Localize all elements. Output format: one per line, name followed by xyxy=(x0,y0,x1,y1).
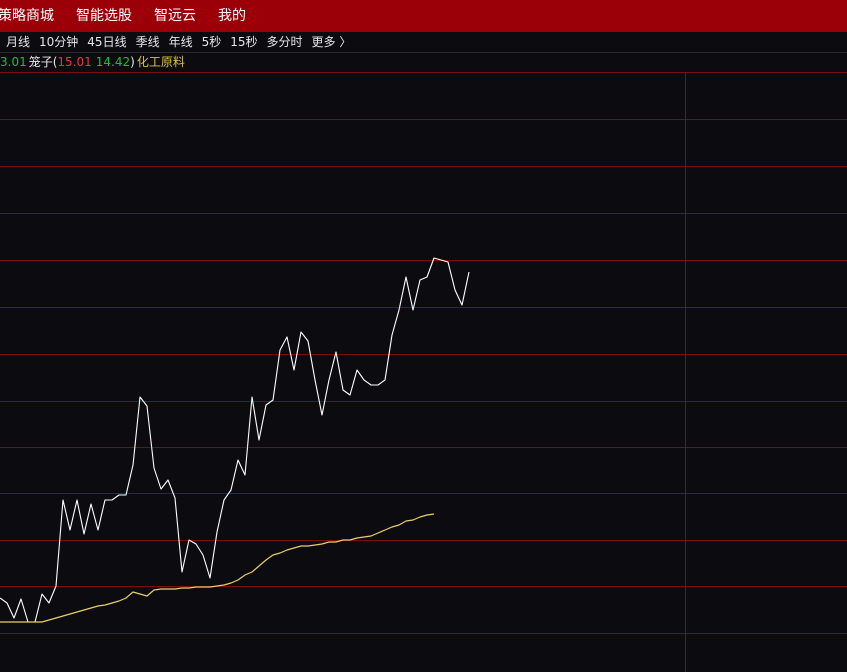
tab-more[interactable]: 更多 〉 xyxy=(312,32,352,52)
tab-more-label: 更多 xyxy=(311,35,336,49)
tab-5sec[interactable]: 5秒 xyxy=(202,32,222,52)
tab-multi-timeshare[interactable]: 多分时 xyxy=(267,32,303,52)
tab-monthly[interactable]: 月线 xyxy=(6,32,30,52)
tab-quarterly[interactable]: 季线 xyxy=(136,32,160,52)
tab-yearly[interactable]: 年线 xyxy=(169,32,193,52)
legend-sector[interactable]: 化工原料 xyxy=(137,53,185,72)
legend-value-red: 15.01 xyxy=(57,55,92,69)
tab-15sec[interactable]: 15秒 xyxy=(230,32,257,52)
nav-smart-stock-pick[interactable]: 智能选股 xyxy=(76,0,132,32)
period-tab-bar: 月线 10分钟 45日线 季线 年线 5秒 15秒 多分时 更多 〉 xyxy=(0,32,847,53)
nav-strategy-mall[interactable]: 策略商城 xyxy=(0,0,54,32)
nav-mine[interactable]: 我的 xyxy=(218,0,246,32)
tab-10min[interactable]: 10分钟 xyxy=(39,32,78,52)
nav-zhiyuan-cloud[interactable]: 智远云 xyxy=(154,0,196,32)
legend-paren-close: ) xyxy=(130,55,135,69)
indicator-legend: 3.01 笼子 ( 15.01 14.42 ) 化工原料 xyxy=(0,53,847,72)
chevron-right-icon: 〉 xyxy=(339,35,352,49)
legend-stock-name: 笼子 xyxy=(28,55,53,69)
chart-lines xyxy=(0,257,470,623)
legend-value-left: 3.01 xyxy=(0,55,27,69)
legend-value-green: 14.42 xyxy=(95,55,131,69)
price-chart[interactable] xyxy=(0,72,847,672)
top-nav-bar: 策略商城 智能选股 智远云 我的 xyxy=(0,0,847,32)
tab-45day[interactable]: 45日线 xyxy=(87,32,126,52)
price-line xyxy=(0,257,470,623)
price-chart-area[interactable] xyxy=(0,72,847,672)
chart-grid xyxy=(0,72,847,672)
